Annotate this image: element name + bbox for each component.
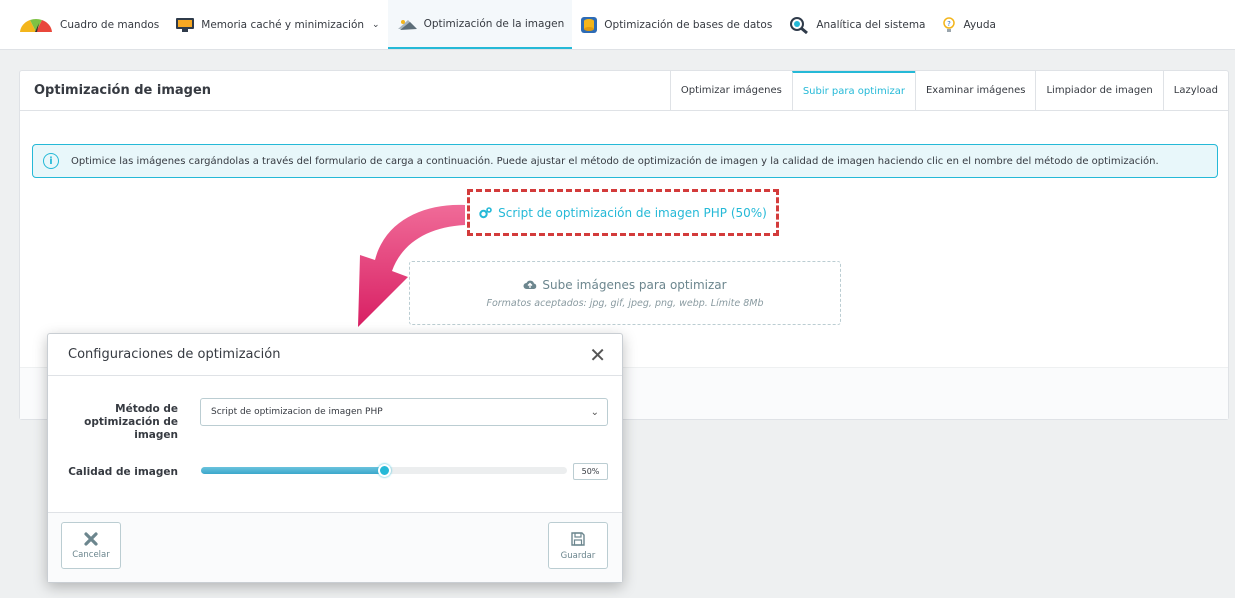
panel-title: Optimización de imagen [34, 83, 212, 98]
monitor-icon [176, 17, 195, 32]
cloud-upload-icon [523, 280, 537, 289]
info-icon: i [43, 153, 59, 169]
tab-lazyload[interactable]: Lazyload [1162, 71, 1228, 110]
cancel-label: Cancelar [72, 549, 110, 560]
tab-bar: Optimizar imágenes Subir para optimizar … [669, 71, 1228, 110]
upload-title: Sube imágenes para optimizar [542, 277, 727, 292]
optimization-script-link[interactable]: Script de optimización de imagen PHP (50… [467, 189, 779, 236]
analytics-icon [790, 16, 809, 34]
script-link-label: Script de optimización de imagen PHP (50… [498, 205, 767, 220]
gauge-icon [20, 18, 52, 32]
nav-item-database[interactable]: Optimización de bases de datos [572, 0, 780, 49]
help-icon: ? [943, 16, 956, 32]
modal-footer: Cancelar Guardar [48, 512, 622, 582]
nav-label: Ayuda [963, 18, 996, 31]
cancel-button[interactable]: Cancelar [61, 522, 121, 569]
image-icon [397, 19, 417, 30]
modal-title: Configuraciones de optimización [68, 347, 281, 362]
nav-item-dashboard[interactable]: Cuadro de mandos [10, 0, 167, 49]
panel-header: Optimización de imagen Optimizar imágene… [20, 71, 1228, 111]
nav-label: Memoria caché y minimización [201, 18, 365, 31]
quality-value: 50% [573, 463, 608, 480]
nav-label: Optimización de la imagen [423, 17, 565, 30]
nav-item-image-optimization[interactable]: Optimización de la imagen [387, 0, 573, 49]
method-select-value: Script de optimizacion de imagen PHP [211, 407, 383, 417]
svg-text:?: ? [948, 20, 952, 28]
method-label: Método de optimización de imagen [84, 403, 178, 441]
quality-slider-handle[interactable] [378, 464, 391, 477]
save-icon [571, 531, 585, 546]
quality-slider-fill [201, 467, 384, 474]
tab-browse-images[interactable]: Examinar imágenes [914, 71, 1036, 110]
info-alert: i Optimice las imágenes cargándolas a tr… [32, 144, 1218, 178]
tab-upload-to-optimize[interactable]: Subir para optimizar [791, 71, 915, 110]
nav-item-help[interactable]: ? Ayuda [933, 0, 1003, 49]
top-navigation: Cuadro de mandos Memoria caché y minimiz… [0, 0, 1235, 50]
pointer-arrow-icon [358, 204, 465, 327]
database-icon [581, 16, 598, 33]
upload-formats: Formatos aceptados: jpg, gif, jpeg, png,… [486, 297, 764, 309]
nav-item-analytics[interactable]: Analítica del sistema [780, 0, 933, 49]
save-label: Guardar [560, 550, 596, 561]
nav-label: Cuadro de mandos [60, 18, 160, 31]
tab-image-cleaner[interactable]: Limpiador de imagen [1035, 71, 1162, 110]
tab-optimize-images[interactable]: Optimizar imágenes [669, 71, 792, 110]
chevron-down-icon: ⌄ [590, 406, 599, 418]
method-select[interactable]: Script de optimizacion de imagen PHP ⌄ [200, 398, 608, 426]
nav-label: Optimización de bases de datos [604, 18, 773, 31]
optimization-settings-modal: Configuraciones de optimización ✕ Método… [47, 333, 623, 583]
close-icon[interactable]: ✕ [589, 345, 606, 365]
gears-icon [479, 206, 492, 218]
save-button[interactable]: Guardar [548, 522, 608, 569]
info-text: Optimice las imágenes cargándolas a trav… [71, 155, 1159, 167]
quality-slider[interactable] [201, 464, 567, 477]
nav-label: Analítica del sistema [816, 18, 926, 31]
quality-label: Calidad de imagen [68, 466, 178, 478]
modal-header: Configuraciones de optimización ✕ [48, 334, 622, 376]
chevron-down-icon: ⌄ [372, 19, 380, 30]
close-icon [84, 531, 98, 546]
nav-item-cache[interactable]: Memoria caché y minimización ⌄ [167, 0, 387, 49]
